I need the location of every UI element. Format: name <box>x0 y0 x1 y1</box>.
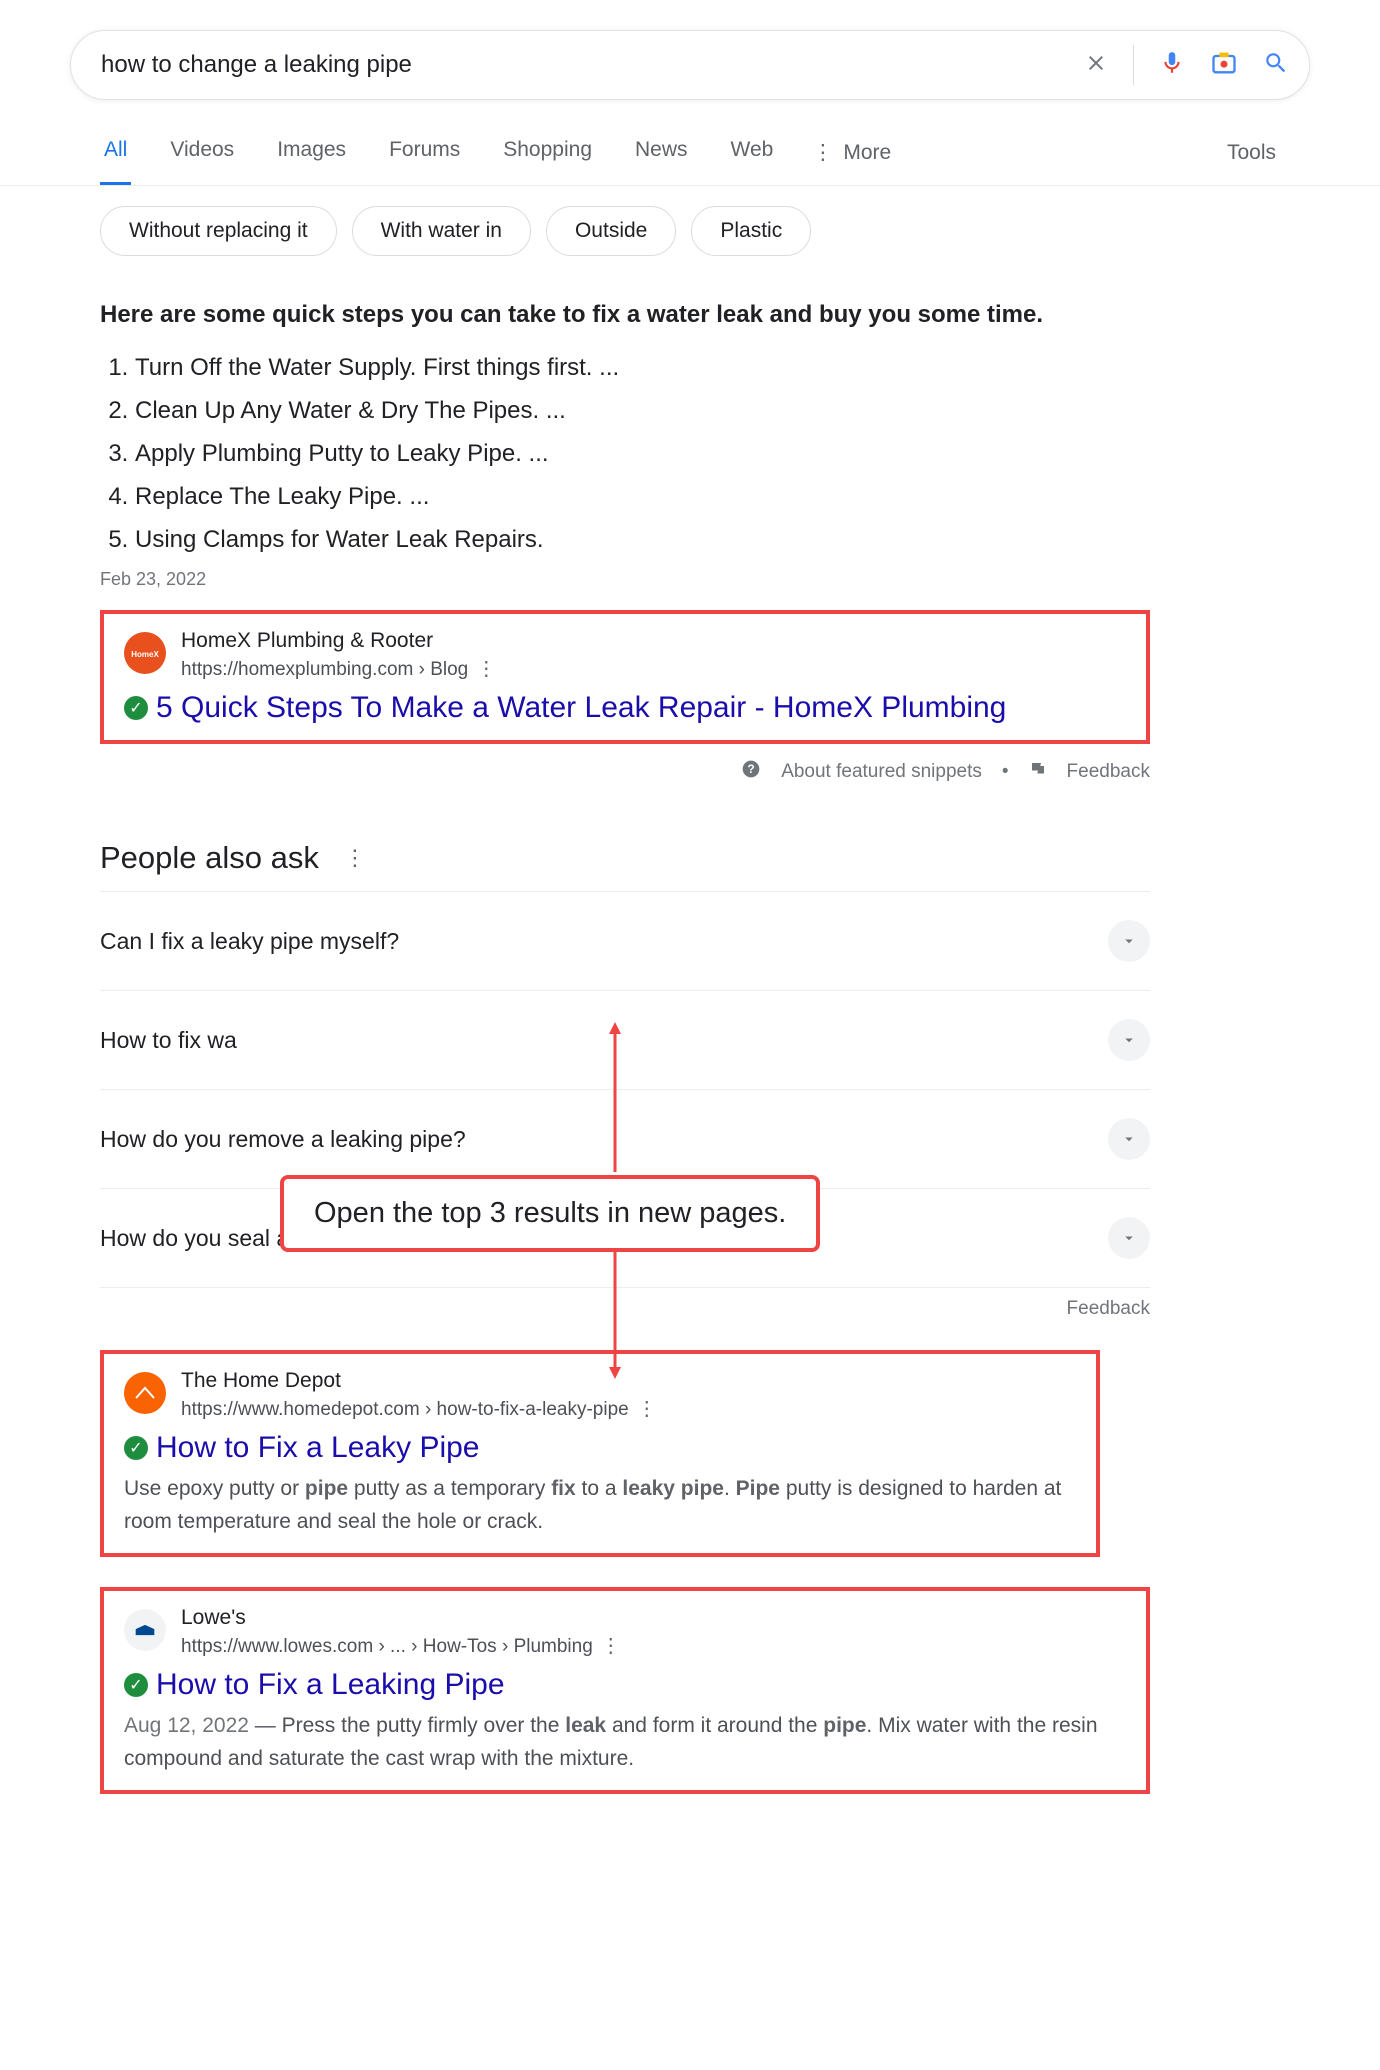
chevron-down-icon <box>1108 1217 1150 1259</box>
tab-shopping[interactable]: Shopping <box>499 120 596 185</box>
result-3-title-link[interactable]: How to Fix a Leaking Pipe <box>156 1668 505 1702</box>
result-1-title-link[interactable]: 5 Quick Steps To Make a Water Leak Repai… <box>156 691 1006 725</box>
search-input[interactable] <box>101 51 1084 79</box>
result-site: Lowe's <box>181 1606 1126 1630</box>
flag-icon <box>1029 760 1047 784</box>
chevron-down-icon <box>1108 920 1150 962</box>
verified-check-icon: ✓ <box>124 1673 148 1697</box>
separator <box>1133 45 1134 85</box>
chevron-down-icon <box>1108 1019 1150 1061</box>
tab-news[interactable]: News <box>631 120 692 185</box>
favicon-homedepot <box>124 1372 166 1414</box>
svg-text:?: ? <box>748 763 755 776</box>
chip-without-replacing[interactable]: Without replacing it <box>100 206 337 256</box>
result-menu-icon[interactable]: ⋮ <box>476 658 496 680</box>
paa-question-1[interactable]: Can I fix a leaky pipe myself? <box>100 891 1150 990</box>
snippet-step: Clean Up Any Water & Dry The Pipes. ... <box>135 397 1150 425</box>
snippet-step: Replace The Leaky Pipe. ... <box>135 483 1150 511</box>
result-2-desc: Use epoxy putty or pipe putty as a tempo… <box>124 1473 1076 1538</box>
clear-icon[interactable] <box>1084 51 1108 80</box>
search-tabs: All Videos Images Forums Shopping News W… <box>100 120 891 185</box>
about-snippets-link[interactable]: About featured snippets <box>781 761 982 783</box>
arrow-up-icon <box>605 1022 625 1172</box>
result-2-title-link[interactable]: How to Fix a Leaky Pipe <box>156 1431 479 1465</box>
svg-text:HomeX: HomeX <box>131 650 159 659</box>
tab-all[interactable]: All <box>100 120 131 185</box>
tab-videos[interactable]: Videos <box>166 120 238 185</box>
result-url: https://homexplumbing.com › Blog⋮ <box>181 656 1126 681</box>
chip-plastic[interactable]: Plastic <box>691 206 811 256</box>
snippet-step: Apply Plumbing Putty to Leaky Pipe. ... <box>135 440 1150 468</box>
result-3-desc: Aug 12, 2022 — Press the putty firmly ov… <box>124 1710 1126 1775</box>
voice-search-icon[interactable] <box>1159 50 1185 81</box>
chip-with-water-in[interactable]: With water in <box>352 206 531 256</box>
tab-images[interactable]: Images <box>273 120 350 185</box>
snippet-date: Feb 23, 2022 <box>100 569 1150 590</box>
info-icon: ? <box>741 759 761 785</box>
result-3-box: Lowe's https://www.lowes.com › ... › How… <box>100 1587 1150 1794</box>
paa-heading: People also ask <box>100 840 319 876</box>
paa-question-3[interactable]: How do you remove a leaking pipe? <box>100 1089 1150 1188</box>
featured-snippet: Here are some quick steps you can take t… <box>100 301 1150 590</box>
result-2-box: The Home Depot https://www.homedepot.com… <box>100 1350 1100 1557</box>
feedback-link[interactable]: Feedback <box>1067 761 1150 783</box>
image-search-icon[interactable] <box>1210 49 1238 82</box>
result-menu-icon[interactable]: ⋮ <box>601 1635 621 1657</box>
verified-check-icon: ✓ <box>124 1436 148 1460</box>
favicon-lowes <box>124 1609 166 1651</box>
tab-more[interactable]: ⋮ More <box>812 120 891 185</box>
result-url: https://www.homedepot.com › how-to-fix-a… <box>181 1396 1076 1421</box>
result-site: HomeX Plumbing & Rooter <box>181 629 1126 653</box>
favicon-homex: HomeX <box>124 632 166 674</box>
tools-button[interactable]: Tools <box>1223 123 1280 183</box>
chevron-down-icon <box>1108 1118 1150 1160</box>
arrow-down-icon <box>605 1249 625 1379</box>
result-1-box: HomeX HomeX Plumbing & Rooter https://ho… <box>100 610 1150 744</box>
chip-outside[interactable]: Outside <box>546 206 676 256</box>
tab-web[interactable]: Web <box>727 120 778 185</box>
search-bar <box>70 30 1310 100</box>
annotation-callout: Open the top 3 results in new pages. <box>280 1175 820 1252</box>
snippet-heading: Here are some quick steps you can take t… <box>100 301 1150 329</box>
snippet-step: Turn Off the Water Supply. First things … <box>135 354 1150 382</box>
paa-feedback-link[interactable]: Feedback <box>100 1298 1150 1320</box>
suggestion-chips: Without replacing it With water in Outsi… <box>0 186 1380 276</box>
tab-forums[interactable]: Forums <box>385 120 464 185</box>
verified-check-icon: ✓ <box>124 696 148 720</box>
paa-menu-icon[interactable]: ⋮ <box>344 845 366 871</box>
result-menu-icon[interactable]: ⋮ <box>637 1398 657 1420</box>
search-icon[interactable] <box>1263 50 1289 81</box>
result-site: The Home Depot <box>181 1369 1076 1393</box>
snippet-step: Using Clamps for Water Leak Repairs. <box>135 526 1150 554</box>
more-dots-icon: ⋮ <box>812 140 833 165</box>
result-url: https://www.lowes.com › ... › How-Tos › … <box>181 1633 1126 1658</box>
paa-question-2[interactable]: How to fix wa <box>100 990 1150 1089</box>
